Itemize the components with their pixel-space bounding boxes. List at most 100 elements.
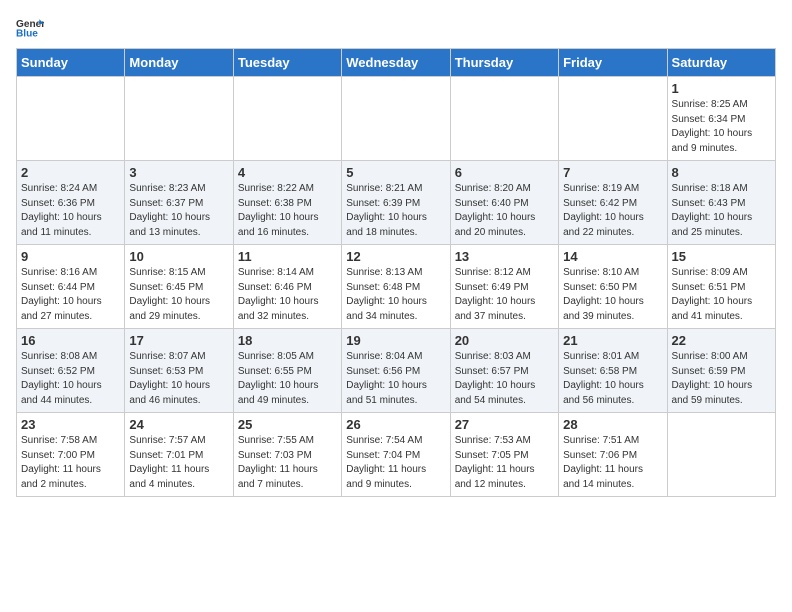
day-number: 18 bbox=[238, 333, 337, 348]
day-number: 8 bbox=[672, 165, 771, 180]
day-number: 2 bbox=[21, 165, 120, 180]
day-info-text: Sunrise: 8:05 AM Sunset: 6:55 PM Dayligh… bbox=[238, 350, 337, 408]
day-of-week-header: Tuesday bbox=[233, 49, 341, 77]
day-number: 21 bbox=[563, 333, 662, 348]
calendar-day-cell: 17 Sunrise: 8:07 AM Sunset: 6:53 PM Dayli… bbox=[125, 329, 233, 413]
calendar-day-cell: 7 Sunrise: 8:19 AM Sunset: 6:42 PM Daylig… bbox=[559, 161, 667, 245]
day-number: 9 bbox=[21, 249, 120, 264]
calendar-week-row: 16 Sunrise: 8:08 AM Sunset: 6:52 PM Dayli… bbox=[17, 329, 776, 413]
day-of-week-header: Friday bbox=[559, 49, 667, 77]
day-number: 10 bbox=[129, 249, 228, 264]
calendar-day-cell: 22 Sunrise: 8:00 AM Sunset: 6:59 PM Dayli… bbox=[667, 329, 775, 413]
calendar-day-cell bbox=[342, 77, 450, 161]
day-number: 14 bbox=[563, 249, 662, 264]
day-info-text: Sunrise: 8:08 AM Sunset: 6:52 PM Dayligh… bbox=[21, 350, 120, 408]
day-number: 7 bbox=[563, 165, 662, 180]
calendar-day-cell bbox=[667, 413, 775, 497]
day-number: 17 bbox=[129, 333, 228, 348]
calendar-day-cell bbox=[125, 77, 233, 161]
calendar-day-cell: 4 Sunrise: 8:22 AM Sunset: 6:38 PM Daylig… bbox=[233, 161, 341, 245]
calendar-day-cell: 8 Sunrise: 8:18 AM Sunset: 6:43 PM Daylig… bbox=[667, 161, 775, 245]
calendar-day-cell bbox=[17, 77, 125, 161]
calendar-day-cell: 1Sunrise: 8:25 AM Sunset: 6:34 PM Daylig… bbox=[667, 77, 775, 161]
day-info-text: Sunrise: 8:23 AM Sunset: 6:37 PM Dayligh… bbox=[129, 182, 228, 240]
day-number: 19 bbox=[346, 333, 445, 348]
calendar-day-cell: 23Sunrise: 7:58 AM Sunset: 7:00 PM Dayli… bbox=[17, 413, 125, 497]
svg-text:Blue: Blue bbox=[16, 28, 38, 38]
day-info-text: Sunrise: 8:00 AM Sunset: 6:59 PM Dayligh… bbox=[672, 350, 771, 408]
day-info-text: Sunrise: 8:15 AM Sunset: 6:45 PM Dayligh… bbox=[129, 266, 228, 324]
day-number: 15 bbox=[672, 249, 771, 264]
day-info-text: Sunrise: 8:01 AM Sunset: 6:58 PM Dayligh… bbox=[563, 350, 662, 408]
day-info-text: Sunrise: 7:51 AM Sunset: 7:06 PM Dayligh… bbox=[563, 434, 662, 492]
calendar-week-row: 2 Sunrise: 8:24 AM Sunset: 6:36 PM Daylig… bbox=[17, 161, 776, 245]
day-info-text: Sunrise: 7:57 AM Sunset: 7:01 PM Dayligh… bbox=[129, 434, 228, 492]
calendar-day-cell: 20 Sunrise: 8:03 AM Sunset: 6:57 PM Dayli… bbox=[450, 329, 558, 413]
calendar-day-cell bbox=[559, 77, 667, 161]
day-info-text: Sunrise: 8:16 AM Sunset: 6:44 PM Dayligh… bbox=[21, 266, 120, 324]
day-info-text: Sunrise: 8:07 AM Sunset: 6:53 PM Dayligh… bbox=[129, 350, 228, 408]
day-number: 6 bbox=[455, 165, 554, 180]
day-info-text: Sunrise: 8:04 AM Sunset: 6:56 PM Dayligh… bbox=[346, 350, 445, 408]
calendar-table: SundayMondayTuesdayWednesdayThursdayFrid… bbox=[16, 48, 776, 497]
day-info-text: Sunrise: 8:19 AM Sunset: 6:42 PM Dayligh… bbox=[563, 182, 662, 240]
day-info-text: Sunrise: 7:54 AM Sunset: 7:04 PM Dayligh… bbox=[346, 434, 445, 492]
page-header: General Blue bbox=[16, 16, 776, 38]
day-number: 5 bbox=[346, 165, 445, 180]
day-number: 12 bbox=[346, 249, 445, 264]
day-number: 24 bbox=[129, 417, 228, 432]
day-number: 23 bbox=[21, 417, 120, 432]
generalblue-logo-icon: General Blue bbox=[16, 16, 44, 38]
day-number: 27 bbox=[455, 417, 554, 432]
calendar-day-cell: 16 Sunrise: 8:08 AM Sunset: 6:52 PM Dayli… bbox=[17, 329, 125, 413]
day-info-text: Sunrise: 8:03 AM Sunset: 6:57 PM Dayligh… bbox=[455, 350, 554, 408]
day-number: 28 bbox=[563, 417, 662, 432]
calendar-week-row: 1Sunrise: 8:25 AM Sunset: 6:34 PM Daylig… bbox=[17, 77, 776, 161]
calendar-day-cell: 10 Sunrise: 8:15 AM Sunset: 6:45 PM Dayli… bbox=[125, 245, 233, 329]
calendar-day-cell: 12 Sunrise: 8:13 AM Sunset: 6:48 PM Dayli… bbox=[342, 245, 450, 329]
calendar-day-cell: 27 Sunrise: 7:53 AM Sunset: 7:05 PM Dayli… bbox=[450, 413, 558, 497]
day-of-week-header: Saturday bbox=[667, 49, 775, 77]
day-number: 4 bbox=[238, 165, 337, 180]
day-info-text: Sunrise: 8:13 AM Sunset: 6:48 PM Dayligh… bbox=[346, 266, 445, 324]
day-number: 11 bbox=[238, 249, 337, 264]
calendar-day-cell: 6Sunrise: 8:20 AM Sunset: 6:40 PM Daylig… bbox=[450, 161, 558, 245]
day-number: 16 bbox=[21, 333, 120, 348]
day-number: 22 bbox=[672, 333, 771, 348]
day-of-week-header: Thursday bbox=[450, 49, 558, 77]
day-info-text: Sunrise: 8:18 AM Sunset: 6:43 PM Dayligh… bbox=[672, 182, 771, 240]
day-number: 25 bbox=[238, 417, 337, 432]
day-info-text: Sunrise: 7:55 AM Sunset: 7:03 PM Dayligh… bbox=[238, 434, 337, 492]
calendar-day-cell: 2 Sunrise: 8:24 AM Sunset: 6:36 PM Daylig… bbox=[17, 161, 125, 245]
day-info-text: Sunrise: 8:22 AM Sunset: 6:38 PM Dayligh… bbox=[238, 182, 337, 240]
calendar-day-cell: 9 Sunrise: 8:16 AM Sunset: 6:44 PM Daylig… bbox=[17, 245, 125, 329]
calendar-day-cell: 19 Sunrise: 8:04 AM Sunset: 6:56 PM Dayli… bbox=[342, 329, 450, 413]
calendar-day-cell: 11Sunrise: 8:14 AM Sunset: 6:46 PM Dayli… bbox=[233, 245, 341, 329]
calendar-week-row: 9 Sunrise: 8:16 AM Sunset: 6:44 PM Daylig… bbox=[17, 245, 776, 329]
calendar-day-cell bbox=[233, 77, 341, 161]
logo: General Blue bbox=[16, 16, 48, 38]
calendar-day-cell: 14 Sunrise: 8:10 AM Sunset: 6:50 PM Dayli… bbox=[559, 245, 667, 329]
day-info-text: Sunrise: 8:12 AM Sunset: 6:49 PM Dayligh… bbox=[455, 266, 554, 324]
calendar-day-cell: 5 Sunrise: 8:21 AM Sunset: 6:39 PM Daylig… bbox=[342, 161, 450, 245]
day-number: 13 bbox=[455, 249, 554, 264]
calendar-day-cell: 26 Sunrise: 7:54 AM Sunset: 7:04 PM Dayli… bbox=[342, 413, 450, 497]
calendar-day-cell: 18 Sunrise: 8:05 AM Sunset: 6:55 PM Dayli… bbox=[233, 329, 341, 413]
calendar-week-row: 23Sunrise: 7:58 AM Sunset: 7:00 PM Dayli… bbox=[17, 413, 776, 497]
day-info-text: Sunrise: 8:25 AM Sunset: 6:34 PM Dayligh… bbox=[672, 98, 771, 156]
calendar-day-cell: 3Sunrise: 8:23 AM Sunset: 6:37 PM Daylig… bbox=[125, 161, 233, 245]
day-info-text: Sunrise: 8:09 AM Sunset: 6:51 PM Dayligh… bbox=[672, 266, 771, 324]
day-number: 20 bbox=[455, 333, 554, 348]
calendar-day-cell: 21 Sunrise: 8:01 AM Sunset: 6:58 PM Dayli… bbox=[559, 329, 667, 413]
calendar-day-cell bbox=[450, 77, 558, 161]
day-of-week-header: Sunday bbox=[17, 49, 125, 77]
day-number: 26 bbox=[346, 417, 445, 432]
day-of-week-header: Monday bbox=[125, 49, 233, 77]
day-of-week-header: Wednesday bbox=[342, 49, 450, 77]
day-info-text: Sunrise: 8:21 AM Sunset: 6:39 PM Dayligh… bbox=[346, 182, 445, 240]
calendar-day-cell: 15 Sunrise: 8:09 AM Sunset: 6:51 PM Dayli… bbox=[667, 245, 775, 329]
day-info-text: Sunrise: 8:10 AM Sunset: 6:50 PM Dayligh… bbox=[563, 266, 662, 324]
day-info-text: Sunrise: 7:53 AM Sunset: 7:05 PM Dayligh… bbox=[455, 434, 554, 492]
day-info-text: Sunrise: 8:24 AM Sunset: 6:36 PM Dayligh… bbox=[21, 182, 120, 240]
calendar-day-cell: 25 Sunrise: 7:55 AM Sunset: 7:03 PM Dayli… bbox=[233, 413, 341, 497]
